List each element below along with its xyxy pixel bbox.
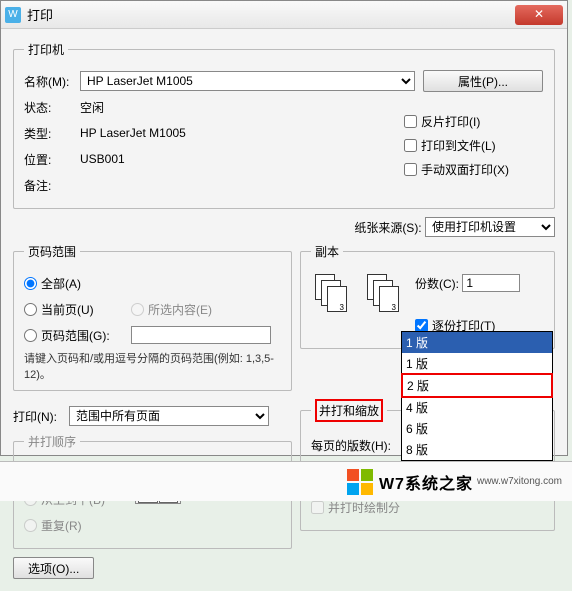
range-all-radio[interactable] [24,277,37,290]
watermark-bar: W7系统之家 www.w7xitong.com [0,461,572,501]
dropdown-option[interactable]: 8 版 [402,439,552,460]
dropdown-option[interactable]: 4 版 [402,397,552,418]
paper-source-select[interactable]: 使用打印机设置 [425,217,555,237]
order-legend: 并打顺序 [24,433,80,450]
range-selection-radio [131,303,144,316]
status-label: 状态: [24,99,80,116]
range-all-label: 全部(A) [41,275,81,292]
dropdown-option[interactable]: 2 版 [401,373,553,398]
reverse-label: 反片打印(I) [421,113,480,130]
tofile-label: 打印到文件(L) [421,137,496,154]
print-what-label: 打印(N): [13,408,69,425]
duplex-checkbox[interactable] [404,163,417,176]
app-icon: W [5,7,21,23]
properties-button[interactable]: 属性(P)... [423,70,543,92]
draw-border-label: 并打时绘制分 [328,499,400,516]
brand-name: W7系统之家 [379,470,473,494]
windows-logo-icon [347,469,373,495]
pages-per-sheet-dropdown[interactable]: 1 版 1 版 2 版 4 版 6 版 8 版 [401,331,553,461]
copies-legend: 副本 [311,243,343,260]
options-button[interactable]: 选项(O)... [13,557,94,579]
window-title: 打印 [27,5,515,24]
type-label: 类型: [24,125,80,142]
range-current-label: 当前页(U) [41,301,131,318]
name-label: 名称(M): [24,73,80,90]
zoom-legend: 并打和缩放 [311,399,387,422]
status-value: 空闲 [80,99,104,116]
type-value: HP LaserJet M1005 [80,126,186,140]
pages-per-sheet-label: 每页的版数(H): [311,437,406,454]
close-button[interactable]: ✕ [515,5,563,25]
printer-legend: 打印机 [24,41,68,58]
reverse-checkbox[interactable] [404,115,417,128]
comment-label: 备注: [24,177,80,194]
range-pages-input[interactable] [131,326,271,344]
printer-name-select[interactable]: HP LaserJet M1005 [80,71,415,91]
duplex-label: 手动双面打印(X) [421,161,509,178]
range-current-radio[interactable] [24,303,37,316]
print-dialog: W 打印 ✕ 打印机 名称(M): HP LaserJet M1005 属性(P… [0,0,568,456]
where-label: 位置: [24,151,80,168]
range-pages-label: 页码范围(G): [41,327,131,344]
range-hint: 请键入页码和/或用逗号分隔的页码范围(例如: 1,3,5-12)。 [24,350,281,382]
range-legend: 页码范围 [24,243,80,260]
dropdown-option[interactable]: 1 版 [402,353,552,374]
printer-group: 打印机 名称(M): HP LaserJet M1005 属性(P)... 状态… [13,41,555,209]
titlebar: W 打印 ✕ [1,1,567,29]
dropdown-option[interactable]: 6 版 [402,418,552,439]
brand-url: www.w7xitong.com [477,476,562,487]
page-range-group: 页码范围 全部(A) 当前页(U) 所选内容(E) 页码范围(G): 请键入页码… [13,243,292,391]
collate-diagram: 123 123 [315,274,407,314]
range-selection-label: 所选内容(E) [148,301,212,318]
print-what-select[interactable]: 范围中所有页面 [69,406,269,426]
order-repeat-label: 重复(R) [41,517,82,534]
where-value: USB001 [80,152,125,166]
draw-border-checkbox [311,501,324,514]
copies-count-label: 份数(C): [415,275,459,292]
collate-checkbox[interactable] [415,319,428,332]
order-repeat-radio [24,519,37,532]
paper-source-label: 纸张来源(S): [354,219,421,236]
dropdown-selected[interactable]: 1 版 [402,332,552,353]
range-pages-radio[interactable] [24,329,37,342]
copies-count-input[interactable] [462,274,520,292]
tofile-checkbox[interactable] [404,139,417,152]
